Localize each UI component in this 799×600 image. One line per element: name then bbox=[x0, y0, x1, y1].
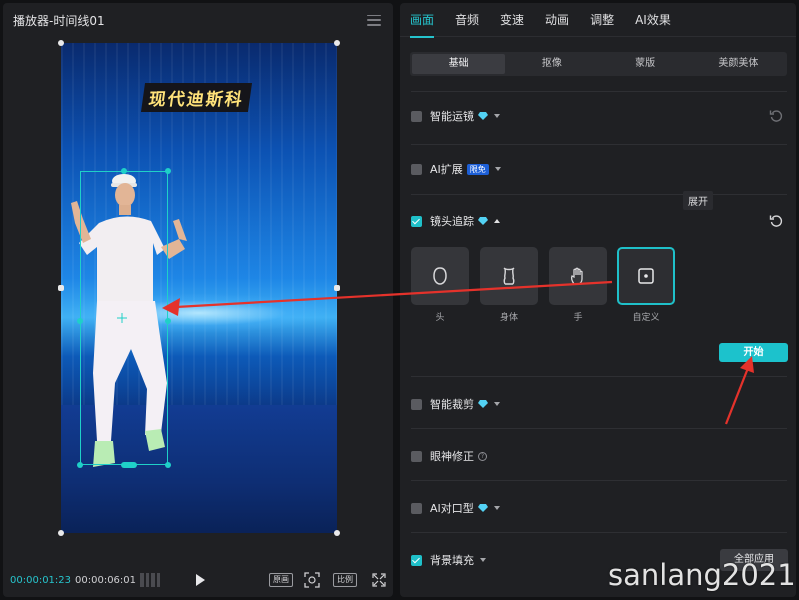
eye-correct-row: 眼神修正 ? bbox=[411, 446, 787, 466]
divider bbox=[411, 376, 787, 377]
ai-lipsync-label: AI对口型 bbox=[430, 502, 474, 515]
total-time: 00:00:06:01 bbox=[75, 574, 137, 586]
tracking-handle[interactable] bbox=[77, 462, 83, 468]
divider bbox=[411, 480, 787, 481]
ai-lipsync-checkbox[interactable] bbox=[411, 502, 422, 514]
main-tabs: 画面 音频 变速 动画 调整 AI效果 bbox=[400, 3, 796, 38]
chevron-up-icon[interactable] bbox=[494, 219, 500, 223]
smart-camera-label: 智能运镜 bbox=[430, 110, 474, 123]
chevron-down-icon[interactable] bbox=[494, 167, 501, 171]
smart-camera-row: 智能运镜 bbox=[411, 106, 787, 126]
waveform-icon[interactable] bbox=[140, 573, 160, 587]
fit-screen-icon[interactable] bbox=[304, 572, 320, 588]
diamond-icon bbox=[478, 400, 488, 408]
divider bbox=[411, 144, 787, 145]
tracking-center-icon bbox=[117, 313, 127, 323]
expand-tooltip: 展开 bbox=[683, 191, 713, 210]
ratio-button[interactable]: 比例 bbox=[333, 573, 357, 587]
camera-tracking-label: 镜头追踪 bbox=[430, 215, 474, 228]
target-body-label: 身体 bbox=[499, 313, 518, 323]
ai-lipsync-row: AI对口型 bbox=[411, 498, 787, 518]
smart-crop-row: 智能裁剪 bbox=[411, 394, 787, 414]
divider bbox=[411, 428, 787, 429]
camera-tracking-row: 镜头追踪 bbox=[411, 211, 787, 231]
smart-crop-label: 智能裁剪 bbox=[430, 398, 474, 411]
bg-fill-label: 背景填充 bbox=[430, 554, 474, 567]
player-controls: 00:00:01:23 00:00:06:01 原画 比例 bbox=[3, 565, 393, 595]
ai-expand-label: AI扩展 bbox=[430, 163, 463, 176]
crop-edge-handle[interactable] bbox=[334, 285, 340, 291]
camera-tracking-checkbox[interactable] bbox=[411, 215, 422, 227]
current-time: 00:00:01:23 bbox=[10, 574, 72, 586]
crop-corner-handle[interactable] bbox=[334, 40, 340, 46]
player-panel: 播放器-时间线01 现代迪斯科 00:00:01:23 00:00:06:01 … bbox=[3, 3, 393, 597]
player-title: 播放器-时间线01 bbox=[13, 13, 105, 28]
eye-correct-label: 眼神修正 bbox=[430, 450, 474, 463]
play-icon[interactable] bbox=[193, 573, 207, 587]
tab-animation[interactable]: 动画 bbox=[545, 11, 569, 28]
crop-corner-handle[interactable] bbox=[58, 530, 64, 536]
smart-camera-checkbox[interactable] bbox=[411, 110, 422, 122]
subtab-basic[interactable]: 基础 bbox=[412, 54, 506, 74]
reset-icon[interactable] bbox=[769, 214, 783, 228]
custom-icon bbox=[638, 268, 654, 284]
bg-fill-checkbox[interactable] bbox=[411, 554, 422, 566]
crop-corner-handle[interactable] bbox=[58, 40, 64, 46]
sub-tabs: 基础 抠像 蒙版 美颜美体 bbox=[410, 52, 787, 76]
tracking-targets: 头 身体 手 自定义 bbox=[411, 247, 681, 327]
target-head-label: 头 bbox=[435, 313, 445, 323]
smart-crop-checkbox[interactable] bbox=[411, 398, 422, 410]
target-body-button[interactable] bbox=[480, 247, 538, 305]
original-quality-button[interactable]: 原画 bbox=[269, 573, 293, 587]
subtab-beauty[interactable]: 美颜美体 bbox=[692, 54, 785, 74]
properties-panel: 画面 音频 变速 动画 调整 AI效果 基础 抠像 蒙版 美颜美体 智能运镜 A… bbox=[400, 3, 796, 597]
crop-corner-handle[interactable] bbox=[334, 530, 340, 536]
diamond-icon bbox=[478, 112, 488, 120]
tab-ai-effects[interactable]: AI效果 bbox=[635, 11, 671, 28]
chevron-down-icon[interactable] bbox=[493, 506, 500, 510]
tab-speed[interactable]: 变速 bbox=[500, 11, 524, 28]
subtab-mask[interactable]: 蒙版 bbox=[599, 54, 692, 74]
target-head-button[interactable] bbox=[411, 247, 469, 305]
target-custom-label: 自定义 bbox=[632, 313, 660, 323]
divider bbox=[411, 194, 787, 195]
tracking-handle[interactable] bbox=[165, 168, 171, 174]
divider bbox=[411, 532, 787, 533]
eye-correct-checkbox[interactable] bbox=[411, 450, 422, 462]
chevron-down-icon[interactable] bbox=[494, 114, 500, 118]
chevron-down-icon[interactable] bbox=[480, 558, 486, 562]
video-preview[interactable]: 现代迪斯科 bbox=[61, 43, 337, 533]
subtab-cutout[interactable]: 抠像 bbox=[505, 54, 598, 74]
head-icon bbox=[433, 267, 447, 285]
chevron-down-icon[interactable] bbox=[494, 402, 500, 406]
target-custom-button[interactable] bbox=[617, 247, 675, 305]
reset-icon[interactable] bbox=[769, 109, 783, 123]
divider bbox=[411, 91, 787, 92]
ai-expand-checkbox[interactable] bbox=[411, 163, 422, 175]
watermark: sanlang2021 bbox=[608, 558, 796, 592]
tracking-handle[interactable] bbox=[121, 168, 127, 174]
tracking-handle[interactable] bbox=[77, 318, 83, 324]
target-hand-label: 手 bbox=[573, 313, 583, 323]
crop-edge-handle[interactable] bbox=[58, 285, 64, 291]
menu-icon[interactable] bbox=[367, 14, 381, 26]
tab-adjust[interactable]: 调整 bbox=[590, 11, 614, 28]
diamond-icon bbox=[477, 504, 488, 512]
tracking-handle[interactable] bbox=[165, 462, 171, 468]
tracking-handle[interactable] bbox=[121, 462, 137, 468]
tab-audio[interactable]: 音频 bbox=[455, 11, 479, 28]
player-header: 播放器-时间线01 bbox=[3, 3, 393, 37]
target-hand-button[interactable] bbox=[549, 247, 607, 305]
tab-picture[interactable]: 画面 bbox=[410, 11, 435, 38]
ai-expand-row: AI扩展 限免 bbox=[411, 159, 787, 179]
hand-icon bbox=[570, 267, 583, 285]
body-icon bbox=[503, 267, 515, 285]
free-badge: 限免 bbox=[466, 163, 489, 175]
fullscreen-icon[interactable] bbox=[371, 572, 387, 588]
help-icon[interactable]: ? bbox=[478, 451, 487, 461]
tracking-handle[interactable] bbox=[165, 318, 171, 324]
start-tracking-button[interactable]: 开始 bbox=[719, 343, 788, 362]
diamond-icon bbox=[478, 217, 488, 225]
